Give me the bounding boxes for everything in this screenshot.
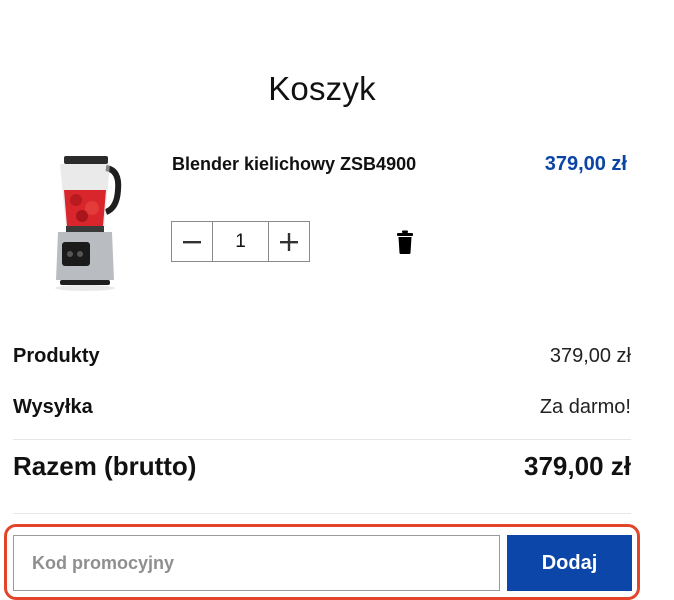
quantity-value[interactable]: 1 bbox=[213, 222, 268, 261]
summary-shipping-row: Wysyłka Za darmo! bbox=[13, 396, 631, 419]
trash-icon[interactable] bbox=[396, 230, 414, 254]
product-price: 379,00 zł bbox=[544, 153, 627, 175]
cart-page: Koszyk Blender kielichowy ZSB4900 379,00… bbox=[0, 0, 674, 600]
minus-icon bbox=[183, 240, 201, 243]
product-name[interactable]: Blender kielichowy ZSB4900 bbox=[172, 154, 416, 175]
total-value: 379,00 zł bbox=[524, 451, 631, 481]
total-label: Razem (brutto) bbox=[13, 451, 197, 481]
increase-quantity-button[interactable] bbox=[268, 222, 309, 261]
blender-product-image[interactable] bbox=[40, 150, 130, 295]
products-label: Produkty bbox=[13, 345, 100, 367]
promo-code-input[interactable] bbox=[13, 535, 500, 591]
page-title: Koszyk bbox=[268, 70, 376, 107]
products-value: 379,00 zł bbox=[549, 345, 631, 367]
shipping-value: Za darmo! bbox=[539, 396, 631, 418]
quantity-stepper: 1 bbox=[171, 221, 310, 262]
decrease-quantity-button[interactable] bbox=[172, 222, 213, 261]
summary-divider bbox=[13, 439, 631, 440]
summary-divider-bottom bbox=[13, 513, 631, 514]
plus-icon bbox=[280, 232, 298, 251]
summary-total-row: Razem (brutto) 379,00 zł bbox=[13, 451, 631, 482]
shipping-label: Wysyłka bbox=[13, 396, 93, 418]
apply-promo-button[interactable]: Dodaj bbox=[507, 535, 632, 591]
summary-products-row: Produkty 379,00 zł bbox=[13, 345, 631, 368]
